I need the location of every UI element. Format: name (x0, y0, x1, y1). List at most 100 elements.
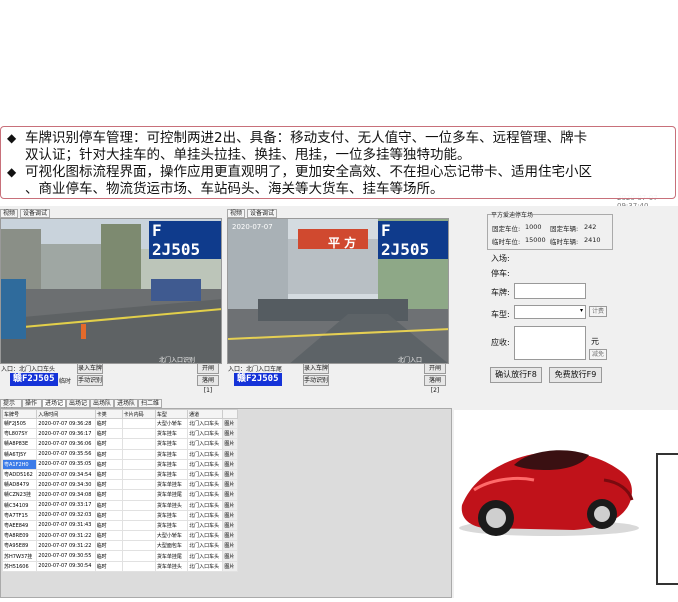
view-image-button[interactable]: 图片 (222, 540, 238, 552)
amount-due-field[interactable] (514, 326, 586, 360)
tab-records-0[interactable]: 提示信息 (0, 399, 22, 415)
table-row[interactable]: 粤A8RE09 2020-07-07 09:31:22 临时 大型小轿车 北门入口车头图… (1, 530, 238, 542)
record-plate-button-right[interactable]: 录入车牌 (303, 363, 329, 374)
table-cell: 赣AD8479 (1, 479, 38, 491)
discount-button[interactable]: 减免 (589, 349, 607, 360)
vehicle-type-select[interactable]: ▾ (514, 305, 586, 319)
table-row[interactable]: 粤AEE849 2020-07-07 09:31:43 临时 货车挂车 北门入口车头 图片 (1, 519, 238, 532)
tab-records-4[interactable]: 出场队列 (90, 399, 114, 415)
open-gate-button-right[interactable]: 开闸[2] (424, 363, 446, 382)
temp-cars-label: 临时车辆: (550, 238, 579, 246)
view-image-button[interactable]: 图片 (222, 428, 238, 440)
free-release-button[interactable]: 免费放行F9 (549, 367, 602, 383)
view-image-button[interactable]: 图片 (222, 499, 238, 511)
table-cell: 货车挂车 (154, 519, 189, 532)
table-cell: 北门入口车头 (187, 509, 224, 521)
fixed-spaces-label: 固定车位: (492, 225, 521, 233)
view-image-button[interactable]: 图片 (222, 417, 238, 430)
table-cell: 大型面包车 (154, 540, 189, 552)
view-image-button[interactable]: 图片 (222, 438, 238, 450)
view-image-button[interactable]: 图片 (222, 489, 238, 501)
view-image-button[interactable]: 图片 (222, 468, 238, 481)
close-gate-button-left[interactable]: 落闸[1] (197, 375, 219, 394)
tab-records-1[interactable]: 操作员 (22, 399, 42, 415)
table-cell: 货车单挂车 (154, 479, 189, 491)
park-label: 停车: (491, 269, 510, 278)
column-header[interactable]: 卡类 (94, 409, 123, 419)
tab-device-debug-right[interactable]: 设备调试 (247, 209, 278, 218)
column-header[interactable]: 车牌号 (1, 409, 38, 419)
column-header[interactable]: 入场时间 (36, 409, 96, 419)
table-row[interactable]: 粤A95E89 2020-07-07 09:31:22 临时 大型面包车 北门入口车头图… (1, 540, 238, 552)
table-cell: 临时 (94, 468, 123, 481)
view-image-button[interactable]: 图片 (222, 509, 238, 521)
tab-records-5[interactable]: 进场队列 (114, 399, 138, 415)
tab-device-debug-left[interactable]: 设备调试 (20, 209, 51, 218)
close-gate-button-right[interactable]: 落闸[2] (424, 375, 446, 394)
table-row[interactable]: 赣A6TJ5Y 2020-07-07 09:35:56 临时 货车挂车 北门入口车头 图片 (1, 448, 238, 460)
table-cell: 北门入口车头 (187, 448, 224, 460)
column-header[interactable]: 车型 (154, 409, 189, 419)
view-image-button[interactable]: 图片 (222, 550, 238, 562)
view-image-button[interactable]: 图片 (222, 448, 238, 460)
fixed-spaces-value: 1000 (525, 223, 542, 231)
card-type-left: 临时 (59, 378, 72, 385)
record-plate-button-left[interactable]: 录入车牌 (77, 363, 103, 374)
table-cell: 2020-07-07 09:30:55 (36, 550, 96, 562)
table-cell (121, 468, 156, 481)
entry-label: 入场: (491, 254, 510, 263)
table-row[interactable]: 苏H7W37挂 2020-07-07 09:30:55 临时 货车单挂尾 北门入口车头图… (1, 550, 238, 562)
table-row[interactable]: 粤L807SY 2020-07-07 09:36:17 临时 货车挂车 北门入口车头 图片 (1, 428, 238, 440)
table-cell: 北门入口车头 (187, 530, 224, 542)
tab-records-2[interactable]: 进场记录 (42, 399, 66, 415)
table-row[interactable]: 赣CZN23挂 2020-07-07 09:34:08 临时 货车单挂尾 北门入口车头图… (1, 489, 238, 501)
view-image-button[interactable]: 图片 (222, 560, 238, 572)
table-row[interactable]: 粤A1F2H0 2020-07-07 09:35:05 临时 货车挂车 北门入口车头 图片 (1, 458, 238, 470)
tab-records-3[interactable]: 出场记录 (66, 399, 90, 415)
table-row[interactable]: 赣A8P83E 2020-07-07 09:36:06 临时 货车挂车 北门入口车头 图片 (1, 438, 238, 450)
table-cell: 2020-07-07 09:33:17 (36, 499, 96, 511)
column-header[interactable] (222, 409, 238, 419)
table-cell: 苏H51606 (1, 560, 38, 572)
view-image-button[interactable]: 图片 (222, 530, 238, 542)
plate-input[interactable] (514, 283, 586, 299)
column-header[interactable]: 通道 (187, 409, 224, 419)
view-image-button[interactable]: 图片 (222, 458, 238, 470)
table-cell: 2020-07-07 09:31:22 (36, 530, 96, 542)
currency-unit: 元 (591, 337, 599, 346)
table-cell: 粤A95E89 (1, 540, 38, 552)
manual-recognize-button-left[interactable]: 手动识别 (77, 375, 103, 386)
plate-label: 车牌: (491, 288, 510, 297)
table-cell: 北门入口车头 (187, 458, 224, 470)
amount-due-label: 应收: (491, 338, 510, 347)
tab-video-right[interactable]: 视频 (227, 209, 246, 218)
table-row[interactable]: 赣C34109 2020-07-07 09:33:17 临时 货车单挂头 北门入口车头图… (1, 499, 238, 511)
manual-recognize-button-right[interactable]: 手动识别 (303, 375, 329, 386)
table-cell: 2020-07-07 09:35:05 (36, 458, 96, 470)
tab-video-left[interactable]: 视频 (0, 209, 19, 218)
tab-records-6[interactable]: 扫二维码 (138, 399, 162, 415)
view-image-button[interactable]: 图片 (222, 479, 238, 491)
table-cell: 临时 (94, 479, 123, 491)
temp-cars-value: 2410 (584, 236, 601, 244)
confirm-release-button[interactable]: 确认放行F8 (490, 367, 542, 383)
bullet-icon: ◆ (7, 131, 17, 145)
table-cell: 北门入口车头 (187, 417, 224, 430)
plate-result-right: 赣F2J505 (234, 373, 282, 386)
view-image-button[interactable]: 图片 (222, 519, 238, 532)
table-row[interactable]: 粤A7TF15 2020-07-07 09:32:03 临时 货车挂车 北门入口车头 图片 (1, 509, 238, 521)
table-cell: 临时 (94, 560, 123, 572)
table-row[interactable]: 粤ADD5162 2020-07-07 09:34:54 临时 货车挂车 北门入口车头图… (1, 468, 238, 481)
record-tab-bar: 提示信息操作员进场记录出场记录出场队列进场队列扫二维码 (0, 399, 162, 415)
table-row[interactable]: 赣AD8479 2020-07-07 09:34:30 临时 货车单挂车 北门入口车头图… (1, 479, 238, 491)
table-row[interactable]: 赣F2J505 2020-07-07 09:36:28 临时 大型小轿车 北门入口车头图… (1, 417, 238, 430)
table-cell: 粤A7TF15 (1, 509, 38, 521)
table-cell: 2020-07-07 09:32:03 (36, 509, 96, 521)
sports-car-image (454, 410, 678, 598)
open-gate-button-left[interactable]: 开闸[1] (197, 363, 219, 382)
calculate-fee-button[interactable]: 计费 (589, 306, 607, 317)
column-header[interactable]: 卡片内码 (121, 409, 156, 419)
table-cell (121, 540, 156, 552)
table-cell (121, 479, 156, 491)
table-row[interactable]: 苏H51606 2020-07-07 09:30:54 临时 货车单挂头 北门入口车头图… (1, 560, 238, 572)
